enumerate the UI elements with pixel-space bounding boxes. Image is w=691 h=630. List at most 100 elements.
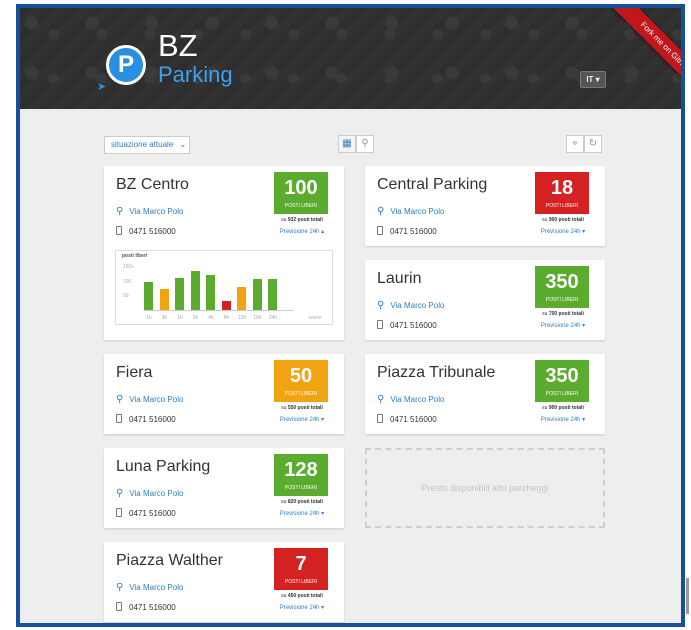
free-spaces-count: 128 (284, 459, 318, 481)
scrollbar-thumb[interactable] (686, 578, 689, 614)
forecast-toggle[interactable]: Previsione 24h ▾ (528, 416, 598, 423)
parking-name: Central Parking (377, 176, 488, 193)
more-parkings-placeholder: Presto disponibili altri parcheggi (365, 448, 605, 528)
free-spaces-label: POSTI LIBERI (284, 203, 318, 209)
parking-address[interactable]: ⚲ Via Marco Polo (377, 394, 444, 405)
total-value: 450 posti totali (287, 593, 323, 599)
parking-phone: 0471 516000 (377, 414, 437, 424)
logo-icon[interactable]: P (106, 45, 146, 85)
parking-phone: 0471 516000 (116, 508, 176, 518)
chart-ytick: 150+ (123, 264, 135, 270)
chart-xlabel: orario (308, 315, 322, 321)
parking-address[interactable]: ⚲ Via Marco Polo (116, 488, 183, 499)
phone-icon (377, 320, 383, 329)
time-select-label: situazione attuale (111, 140, 174, 149)
forecast-toggle[interactable]: Previsione 24h ▾ (267, 604, 337, 611)
parking-card[interactable]: Laurin ⚲ Via Marco Polo 0471 516000 350 P… (365, 260, 605, 340)
forecast-toggle[interactable]: Previsione 24h ▾ (267, 510, 337, 517)
chart-xtick: 12h (237, 315, 247, 321)
github-ribbon[interactable]: Fork me on Github (609, 8, 681, 103)
parking-address[interactable]: ⚲ Via Marco Polo (377, 300, 444, 311)
free-spaces-label: POSTI LIBERI (545, 297, 579, 303)
total-value: 932 posti totali (287, 217, 323, 223)
chart-xtick: 24h (268, 315, 278, 321)
parking-card[interactable]: Piazza Walther ⚲ Via Marco Polo 0471 5160… (104, 542, 344, 622)
chart-bar (190, 271, 200, 310)
free-spaces-badge: 50 POSTI LIBERI (274, 360, 328, 402)
parking-address[interactable]: ⚲ Via Marco Polo (116, 206, 183, 217)
time-select[interactable]: situazione attuale ⌄ (104, 136, 190, 154)
forecast-toggle[interactable]: Previsione 24h ▾ (528, 228, 598, 235)
address-text: Via Marco Polo (390, 395, 445, 404)
parking-address[interactable]: ⚲ Via Marco Polo (377, 206, 444, 217)
free-spaces-label: POSTI LIBERI (545, 391, 579, 397)
address-text: Via Marco Polo (129, 583, 184, 592)
phone-text: 0471 516000 (129, 415, 176, 424)
total-prefix: su (281, 593, 287, 599)
phone-text: 0471 516000 (129, 227, 176, 236)
location-pin-icon: ⚲ (377, 394, 385, 405)
address-text: Via Marco Polo (129, 489, 184, 498)
chart-xtick: 3h (161, 315, 168, 321)
total-value: 550 posti totali (287, 405, 323, 411)
phone-text: 0471 516000 (390, 321, 437, 330)
location-pin-icon: ⚲ (377, 300, 385, 311)
address-text: Via Marco Polo (129, 207, 184, 216)
grid-view-button[interactable]: ▦ (338, 135, 356, 153)
address-text: Via Marco Polo (129, 395, 184, 404)
free-spaces-count: 350 (545, 365, 579, 387)
free-spaces-label: POSTI LIBERI (284, 579, 318, 585)
total-value: 700 posti totali (548, 311, 584, 317)
paper-plane-icon: ➤ (97, 81, 107, 93)
chart-x-axis (144, 310, 294, 311)
chart-title: posti liberi (122, 253, 148, 259)
forecast-chart: posti liberi 150+ 100 50 1h 3h 1h 2h 4h 8h 12h 18h 2… (115, 250, 333, 325)
chart-xtick: 18h (253, 315, 262, 321)
chart-xtick: 1h (177, 315, 183, 321)
forecast-toggle[interactable]: Previsione 24h ▾ (528, 322, 598, 329)
chart-bar (252, 279, 262, 310)
chart-bar (237, 287, 246, 310)
free-spaces-label: POSTI LIBERI (284, 391, 318, 397)
forecast-toggle[interactable]: Previsione 24h ▾ (267, 416, 337, 423)
location-pin-icon: ⚲ (116, 488, 124, 499)
total-prefix: su (542, 405, 548, 411)
total-value: 900 posti totali (548, 217, 584, 223)
free-spaces-count: 100 (284, 177, 318, 199)
total-prefix: su (281, 499, 287, 505)
free-spaces-badge: 128 POSTI LIBERI (274, 454, 328, 496)
phone-icon (377, 226, 383, 235)
parking-address[interactable]: ⚲ Via Marco Polo (116, 582, 183, 593)
forecast-toggle[interactable]: Previsione 24h ▴ (267, 228, 337, 235)
parking-card[interactable]: Piazza Tribunale ⚲ Via Marco Polo 0471 51… (365, 354, 605, 434)
parking-address[interactable]: ⚲ Via Marco Polo (116, 394, 183, 405)
total-spaces: su 700 posti totali (528, 311, 598, 317)
parking-card[interactable]: Central Parking ⚲ Via Marco Polo 0471 516… (365, 166, 605, 246)
total-value: 820 posti totali (287, 499, 323, 505)
locate-button[interactable]: ⌖ (566, 135, 584, 153)
free-spaces-count: 18 (550, 177, 574, 199)
location-pin-icon: ⚲ (116, 206, 124, 217)
parking-card[interactable]: BZ Centro ⚲ Via Marco Polo 0471 516000 10… (104, 166, 344, 340)
total-prefix: su (281, 217, 287, 223)
free-spaces-badge: 7 POSTI LIBERI (274, 548, 328, 590)
chart-xtick: 8h (223, 315, 230, 321)
phone-icon (116, 226, 122, 235)
refresh-button[interactable]: ↻ (584, 135, 602, 153)
parking-card[interactable]: Luna Parking ⚲ Via Marco Polo 0471 516000… (104, 448, 344, 528)
phone-icon (377, 414, 383, 423)
chart-ytick: 100 (123, 278, 132, 285)
chart-bar (268, 279, 277, 310)
phone-text: 0471 516000 (390, 415, 437, 424)
chart-xtick: 1h (146, 315, 152, 321)
phone-icon (116, 602, 122, 611)
header: P ➤ BZ Parking IT ▾ Fork me on Github (20, 8, 681, 109)
total-spaces: su 450 posti totali (267, 593, 337, 599)
free-spaces-badge: 100 POSTI LIBERI (274, 172, 328, 214)
map-view-button[interactable]: ⚲ (356, 135, 374, 153)
free-spaces-label: POSTI LIBERI (284, 485, 318, 491)
phone-icon (116, 508, 122, 517)
total-spaces: su 900 posti totali (528, 217, 598, 223)
parking-phone: 0471 516000 (377, 226, 437, 236)
parking-card[interactable]: Fiera ⚲ Via Marco Polo 0471 516000 50 POS… (104, 354, 344, 434)
